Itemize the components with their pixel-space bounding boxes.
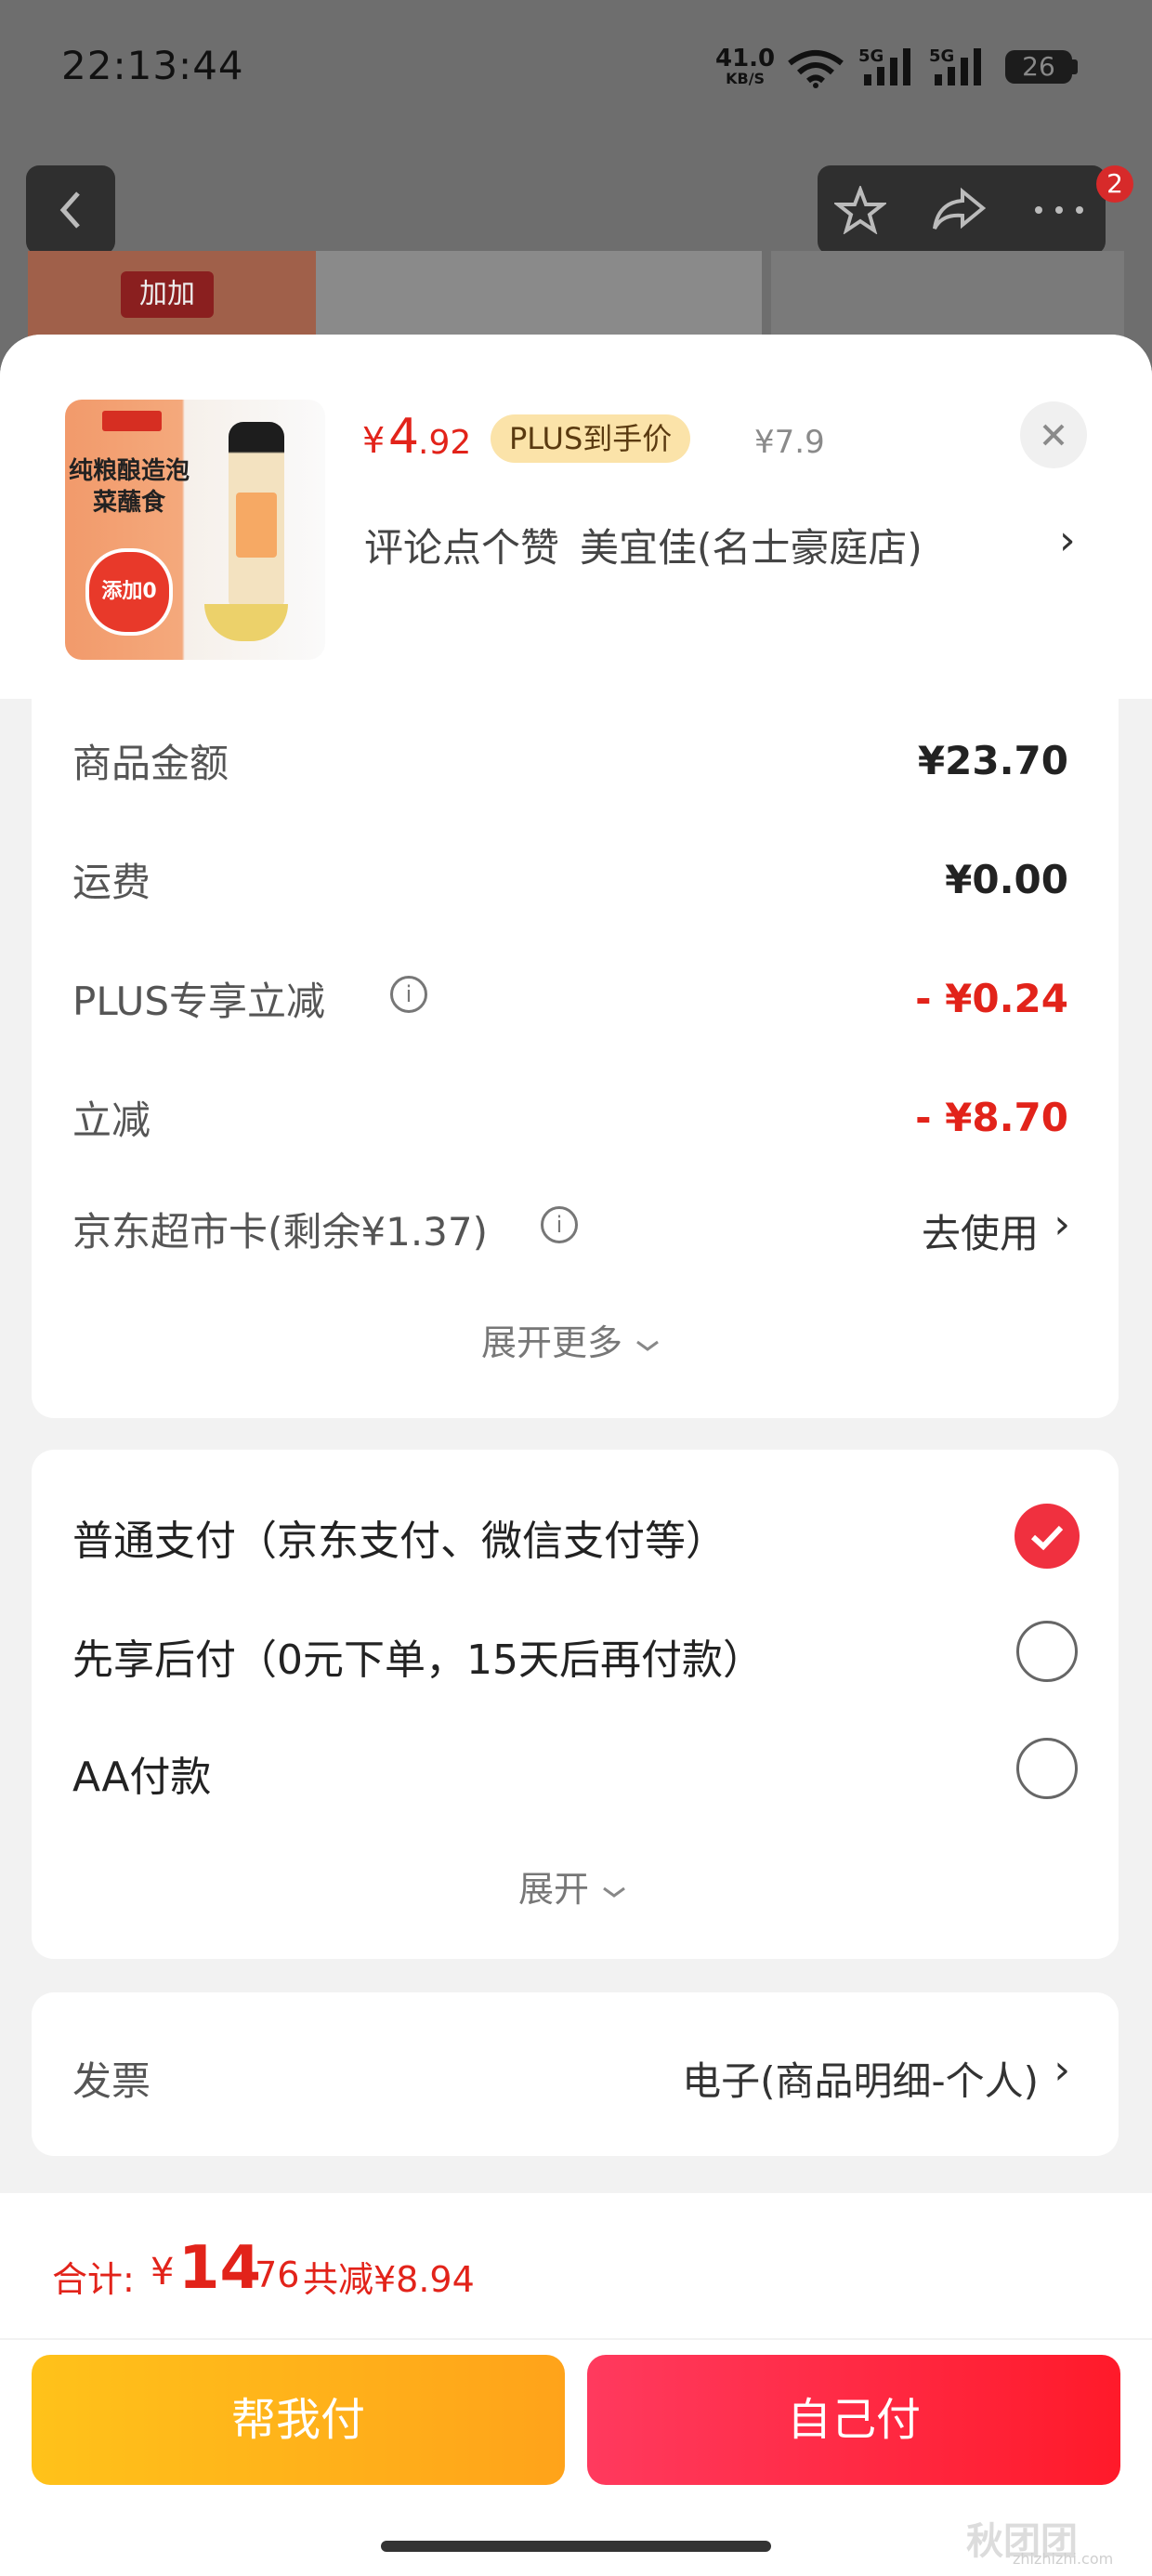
pay-myself-button[interactable]: 自己付 xyxy=(587,2355,1120,2485)
notification-badge: 2 xyxy=(1096,165,1133,203)
back-button[interactable] xyxy=(26,165,115,255)
chevron-right-icon[interactable]: › xyxy=(1054,1201,1070,1248)
total-saved: 共减¥8.94 xyxy=(303,2259,475,2300)
fee-label-shipping: 运费 xyxy=(72,860,151,905)
help-me-pay-button[interactable]: 帮我付 xyxy=(32,2355,565,2485)
thumb-brand-logo xyxy=(102,411,162,431)
expand-more-label: 展开更多 xyxy=(481,1322,623,1363)
share-icon[interactable] xyxy=(931,186,987,234)
status-bar: 22:13:44 41.0 KB/S 5G 5G 26 xyxy=(0,0,1152,139)
fee-label-card: 京东超市卡(剩余¥1.37) xyxy=(72,1209,489,1255)
background-brand-logo: 加加 xyxy=(121,271,214,318)
chevron-down-icon xyxy=(603,1886,625,1898)
info-icon[interactable]: i xyxy=(390,976,427,1013)
review-prompt: 评论点个赞 xyxy=(364,525,560,571)
fee-label-plus: PLUS专享立减 xyxy=(72,979,326,1024)
radio-checked[interactable] xyxy=(1015,1504,1080,1569)
watermark-site: zhizhizhi.com xyxy=(1013,2550,1114,2568)
total-symbol: ¥ xyxy=(151,2251,175,2293)
battery-tip xyxy=(1072,59,1078,74)
top-toolbar xyxy=(818,165,1106,255)
chevron-right-icon[interactable]: › xyxy=(1059,517,1076,564)
payment-method-card: 普通支付（京东支付、微信支付等） 先享后付（0元下单，15天后再付款） AA付款… xyxy=(32,1450,1119,1959)
info-icon-card[interactable]: i xyxy=(541,1206,578,1243)
radio-unchecked-aa[interactable] xyxy=(1016,1738,1078,1799)
expand-more-button[interactable]: 展开更多 xyxy=(481,1314,661,1365)
bottle-label xyxy=(236,493,277,558)
fee-value-goods: ¥23.70 xyxy=(917,738,1068,783)
chevron-right-icon[interactable]: › xyxy=(1054,2046,1070,2094)
chevron-left-icon xyxy=(59,191,80,229)
fee-value-plus: - ¥0.24 xyxy=(915,976,1068,1021)
speed-value: 41.0 xyxy=(715,45,776,72)
signal-5g-icon: 5G xyxy=(858,46,910,85)
radio-unchecked[interactable] xyxy=(1016,1621,1078,1682)
close-icon xyxy=(1042,424,1065,446)
fee-label-discount: 立减 xyxy=(72,1097,151,1143)
network-speed: 41.0 KB/S xyxy=(715,45,776,89)
invoice-label: 发票 xyxy=(72,2058,151,2104)
more-icon[interactable] xyxy=(1033,201,1085,219)
original-price: ¥7.9 xyxy=(754,424,825,461)
plus-price-tag: PLUS到手价 xyxy=(491,414,691,463)
invoice-value: 电子(商品明细-个人) xyxy=(682,2058,1039,2104)
payment-option-later[interactable]: 先享后付（0元下单，15天后再付款） xyxy=(72,1626,764,1686)
svg-text:5G: 5G xyxy=(929,46,954,66)
fee-details-card: 商品金额 ¥23.70 运费 ¥0.00 PLUS专享立减 i - ¥0.24 … xyxy=(32,688,1119,1418)
use-card-link[interactable]: 去使用 xyxy=(922,1203,1039,1259)
thumb-zero-badge: 添加0 xyxy=(85,548,173,636)
invoice-card[interactable]: 发票 电子(商品明细-个人) › xyxy=(32,1992,1119,2156)
total-label: 合计: xyxy=(52,2259,135,2300)
store-link[interactable]: 评论点个赞 美宜佳(名士豪庭店) xyxy=(364,517,923,573)
fee-value-shipping: ¥0.00 xyxy=(945,857,1068,902)
chevron-down-icon xyxy=(636,1340,659,1351)
divider xyxy=(0,2338,1152,2340)
price-symbol: ¥ xyxy=(362,420,386,461)
svg-text:5G: 5G xyxy=(858,46,884,66)
payment-option-aa[interactable]: AA付款 xyxy=(72,1743,211,1803)
wifi-icon xyxy=(788,50,844,88)
fee-label-goods: 商品金额 xyxy=(72,741,229,786)
home-indicator[interactable] xyxy=(381,2541,771,2552)
bowl-image xyxy=(204,604,288,641)
signal-5g-icon-2: 5G xyxy=(929,46,981,85)
fee-value-discount: - ¥8.70 xyxy=(915,1095,1068,1140)
total-decimal: .76 xyxy=(243,2254,300,2295)
store-name: 美宜佳(名士豪庭店) xyxy=(580,525,923,571)
battery-icon: 26 xyxy=(1005,50,1072,84)
check-icon xyxy=(1030,1525,1064,1551)
clock: 22:13:44 xyxy=(61,43,244,88)
expand-payment-label: 展开 xyxy=(518,1869,590,1910)
price-integer: 4 xyxy=(388,409,420,465)
close-button[interactable] xyxy=(1020,401,1087,468)
expand-payment-button[interactable]: 展开 xyxy=(518,1860,628,1912)
product-thumbnail[interactable]: 纯粮酿造泡菜蘸食 添加0 xyxy=(65,400,325,660)
payment-option-normal[interactable]: 普通支付（京东支付、微信支付等） xyxy=(72,1507,727,1567)
thumb-title: 纯粮酿造泡菜蘸食 xyxy=(69,457,190,517)
price-decimal: .92 xyxy=(418,424,472,462)
star-icon[interactable] xyxy=(834,186,886,234)
